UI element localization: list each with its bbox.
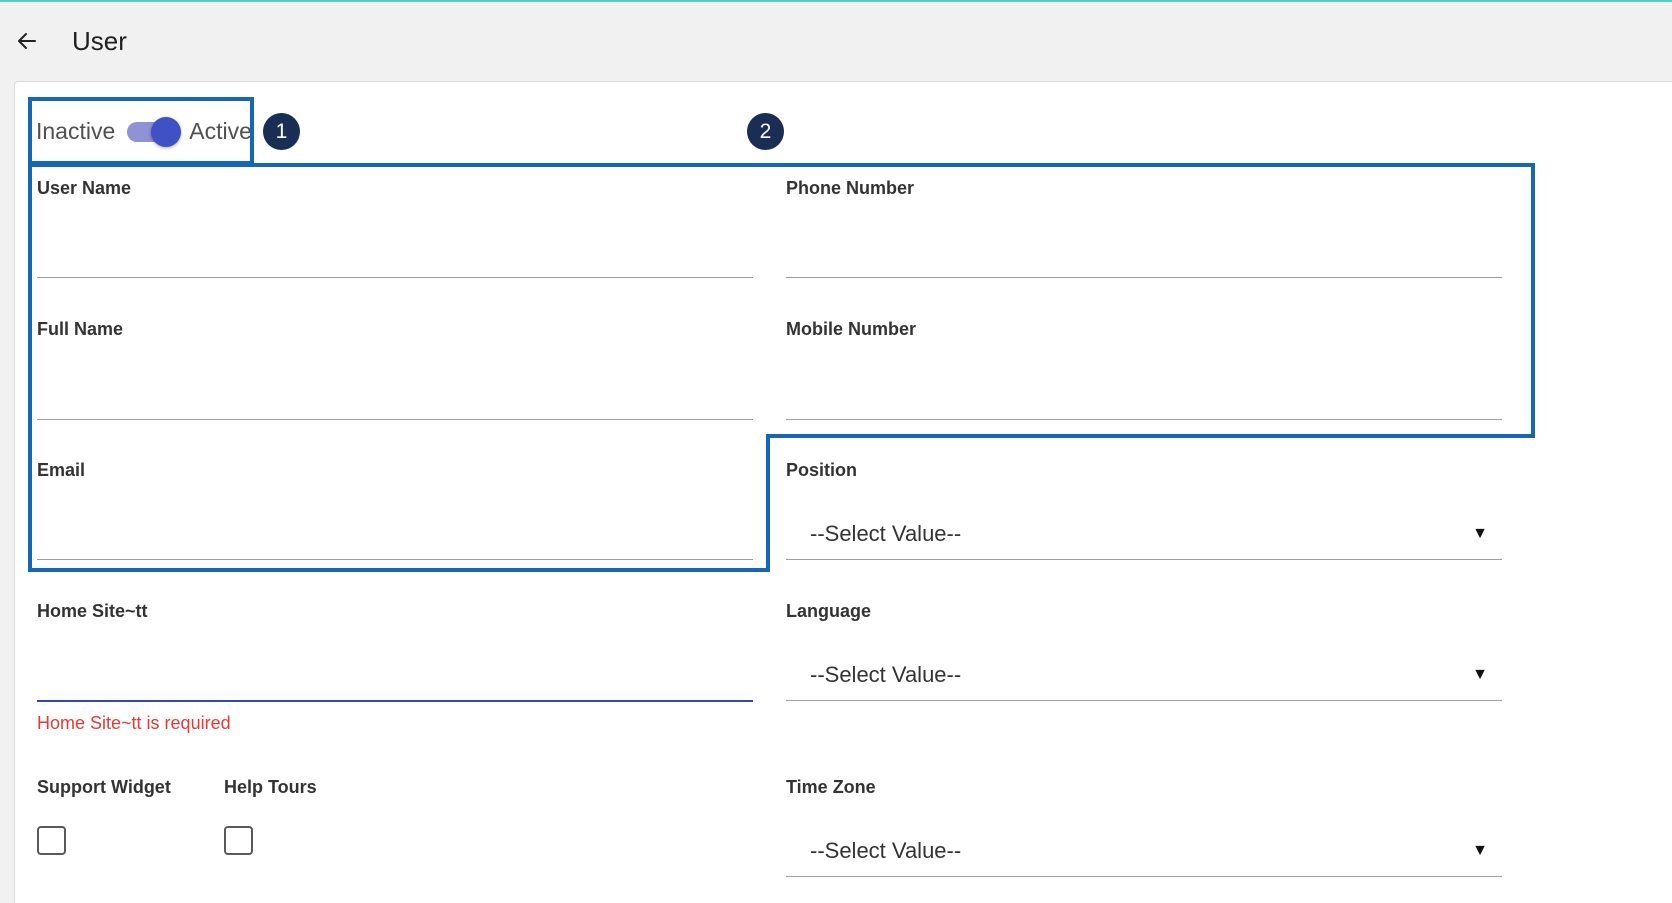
full-name-input[interactable]: [37, 374, 753, 418]
home-site-input[interactable]: [37, 655, 753, 699]
support-widget-label: Support Widget: [37, 777, 171, 797]
user-name-label: User Name: [37, 178, 132, 198]
toggle-inactive-label: Inactive: [36, 117, 116, 144]
full-name-label: Full Name: [37, 319, 124, 339]
language-value: --Select Value--: [810, 662, 962, 687]
caret-down-icon: ▼: [1472, 842, 1488, 859]
position-underline: [786, 559, 1502, 560]
home-site-underline: [37, 700, 753, 702]
callout-marker-2: 2: [747, 113, 784, 150]
mobile-number-label: Mobile Number: [786, 319, 917, 339]
support-widget-checkbox[interactable]: [37, 826, 66, 855]
user-name-underline: [37, 277, 753, 278]
phone-number-label: Phone Number: [786, 178, 915, 198]
user-name-input[interactable]: [37, 232, 753, 276]
language-label: Language: [786, 601, 872, 621]
caret-down-icon: ▼: [1472, 525, 1488, 542]
full-name-underline: [37, 419, 753, 420]
phone-number-underline: [786, 277, 1502, 278]
position-value: --Select Value--: [810, 521, 962, 546]
phone-number-input[interactable]: [786, 232, 1502, 276]
page-title: User: [72, 26, 127, 56]
arrow-left-icon: [18, 33, 36, 49]
page-header: User: [0, 2, 1672, 80]
language-select[interactable]: --Select Value-- ▼: [786, 655, 1502, 695]
status-toggle: Inactive Active: [36, 116, 252, 147]
time-zone-value: --Select Value--: [810, 838, 962, 863]
help-tours-label: Help Tours: [224, 777, 317, 797]
home-site-label: Home Site~tt: [37, 601, 148, 621]
home-site-error: Home Site~tt is required: [37, 713, 231, 733]
switch-thumb: [151, 117, 182, 147]
mobile-number-underline: [786, 419, 1502, 420]
toggle-active-label: Active: [189, 117, 252, 144]
time-zone-underline: [786, 876, 1502, 877]
position-label: Position: [786, 460, 857, 480]
help-tours-checkbox[interactable]: [224, 826, 253, 855]
language-underline: [786, 700, 1502, 701]
mobile-number-input[interactable]: [786, 374, 1502, 418]
email-label: Email: [37, 460, 86, 480]
caret-down-icon: ▼: [1472, 666, 1488, 683]
back-button[interactable]: [12, 26, 42, 56]
email-input[interactable]: [37, 514, 753, 558]
active-switch[interactable]: [127, 116, 182, 147]
email-underline: [37, 559, 753, 560]
position-select[interactable]: --Select Value-- ▼: [786, 514, 1502, 554]
callout-marker-1: 1: [263, 113, 300, 150]
time-zone-label: Time Zone: [786, 777, 876, 797]
time-zone-select[interactable]: --Select Value-- ▼: [786, 831, 1502, 871]
